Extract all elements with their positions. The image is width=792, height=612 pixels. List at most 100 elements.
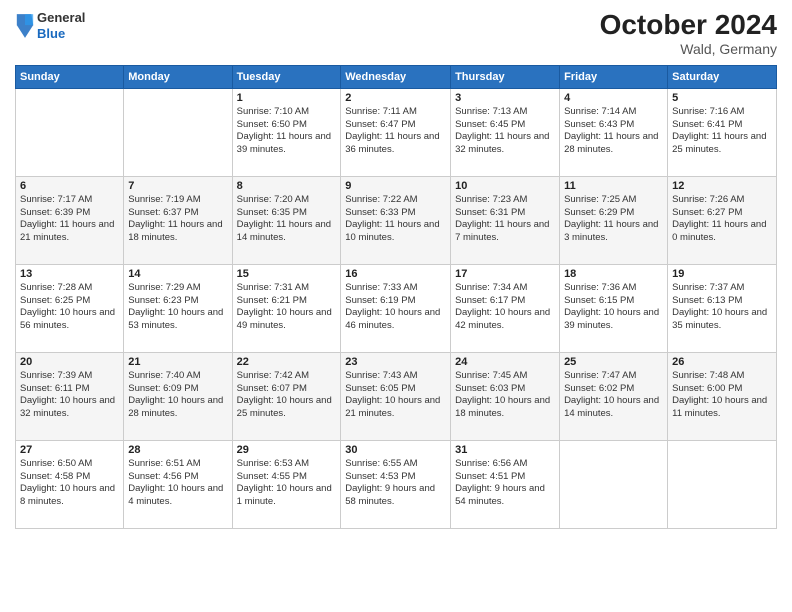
- cell-info: Sunrise: 7:22 AM Sunset: 6:33 PM Dayligh…: [345, 194, 446, 245]
- cell-day-number: 21: [128, 356, 227, 368]
- cell-info: Sunrise: 7:42 AM Sunset: 6:07 PM Dayligh…: [237, 370, 337, 421]
- calendar-cell: 5 Sunrise: 7:16 AM Sunset: 6:41 PM Daylig…: [668, 88, 777, 176]
- cell-day-number: 10: [455, 180, 555, 192]
- cell-day-number: 8: [237, 180, 337, 192]
- calendar-cell: 8 Sunrise: 7:20 AM Sunset: 6:35 PM Daylig…: [232, 176, 341, 264]
- logo: General Blue: [15, 10, 85, 41]
- cell-info: Sunrise: 7:36 AM Sunset: 6:15 PM Dayligh…: [564, 282, 663, 333]
- logo-text: General Blue: [37, 10, 85, 41]
- cell-info: Sunrise: 7:37 AM Sunset: 6:13 PM Dayligh…: [672, 282, 772, 333]
- cell-info: Sunrise: 7:20 AM Sunset: 6:35 PM Dayligh…: [237, 194, 337, 245]
- calendar-cell: 9 Sunrise: 7:22 AM Sunset: 6:33 PM Daylig…: [341, 176, 451, 264]
- cell-day-number: 9: [345, 180, 446, 192]
- cell-day-number: 6: [20, 180, 119, 192]
- calendar-cell: 15 Sunrise: 7:31 AM Sunset: 6:21 PM Dayli…: [232, 264, 341, 352]
- cell-info: Sunrise: 7:43 AM Sunset: 6:05 PM Dayligh…: [345, 370, 446, 421]
- calendar-cell: 14 Sunrise: 7:29 AM Sunset: 6:23 PM Dayli…: [124, 264, 232, 352]
- cell-day-number: 22: [237, 356, 337, 368]
- month-title: October 2024: [600, 10, 777, 41]
- calendar-cell: 12Sunrise: 7:26 AM Sunset: 6:27 PM Dayli…: [668, 176, 777, 264]
- calendar-cell: [560, 440, 668, 528]
- cell-day-number: 28: [128, 444, 227, 456]
- calendar-body: 1 Sunrise: 7:10 AM Sunset: 6:50 PM Daylig…: [16, 88, 777, 528]
- cell-day-number: 11: [564, 180, 663, 192]
- cell-info: Sunrise: 7:14 AM Sunset: 6:43 PM Dayligh…: [564, 106, 663, 157]
- header: General Blue October 2024 Wald, Germany: [15, 10, 777, 57]
- title-block: October 2024 Wald, Germany: [600, 10, 777, 57]
- cell-info: Sunrise: 7:16 AM Sunset: 6:41 PM Dayligh…: [672, 106, 772, 157]
- calendar-cell: 10 Sunrise: 7:23 AM Sunset: 6:31 PM Dayli…: [451, 176, 560, 264]
- cell-day-number: 7: [128, 180, 227, 192]
- calendar-cell: 3 Sunrise: 7:13 AM Sunset: 6:45 PM Daylig…: [451, 88, 560, 176]
- cell-info: Sunrise: 7:33 AM Sunset: 6:19 PM Dayligh…: [345, 282, 446, 333]
- cell-day-number: 20: [20, 356, 119, 368]
- cell-info: Sunrise: 6:53 AM Sunset: 4:55 PM Dayligh…: [237, 458, 337, 509]
- location: Wald, Germany: [600, 41, 777, 57]
- calendar-cell: [124, 88, 232, 176]
- cell-info: Sunrise: 7:13 AM Sunset: 6:45 PM Dayligh…: [455, 106, 555, 157]
- weekday-header-monday: Monday: [124, 65, 232, 88]
- calendar-cell: 31 Sunrise: 6:56 AM Sunset: 4:51 PM Dayli…: [451, 440, 560, 528]
- cell-info: Sunrise: 7:11 AM Sunset: 6:47 PM Dayligh…: [345, 106, 446, 157]
- cell-day-number: 29: [237, 444, 337, 456]
- cell-info: Sunrise: 7:31 AM Sunset: 6:21 PM Dayligh…: [237, 282, 337, 333]
- cell-info: Sunrise: 7:29 AM Sunset: 6:23 PM Dayligh…: [128, 282, 227, 333]
- cell-info: Sunrise: 7:19 AM Sunset: 6:37 PM Dayligh…: [128, 194, 227, 245]
- week-row-1: 1 Sunrise: 7:10 AM Sunset: 6:50 PM Daylig…: [16, 88, 777, 176]
- cell-info: Sunrise: 7:28 AM Sunset: 6:25 PM Dayligh…: [20, 282, 119, 333]
- week-row-2: 6 Sunrise: 7:17 AM Sunset: 6:39 PM Daylig…: [16, 176, 777, 264]
- page: General Blue October 2024 Wald, Germany …: [0, 0, 792, 612]
- week-row-5: 27Sunrise: 6:50 AM Sunset: 4:58 PM Dayli…: [16, 440, 777, 528]
- cell-day-number: 26: [672, 356, 772, 368]
- cell-info: Sunrise: 7:45 AM Sunset: 6:03 PM Dayligh…: [455, 370, 555, 421]
- calendar-cell: 13 Sunrise: 7:28 AM Sunset: 6:25 PM Dayli…: [16, 264, 124, 352]
- cell-day-number: 3: [455, 92, 555, 104]
- calendar-cell: 18Sunrise: 7:36 AM Sunset: 6:15 PM Dayli…: [560, 264, 668, 352]
- cell-day-number: 13: [20, 268, 119, 280]
- cell-info: Sunrise: 7:40 AM Sunset: 6:09 PM Dayligh…: [128, 370, 227, 421]
- cell-info: Sunrise: 7:47 AM Sunset: 6:02 PM Dayligh…: [564, 370, 663, 421]
- cell-info: Sunrise: 7:10 AM Sunset: 6:50 PM Dayligh…: [237, 106, 337, 157]
- weekday-header-saturday: Saturday: [668, 65, 777, 88]
- cell-info: Sunrise: 6:55 AM Sunset: 4:53 PM Dayligh…: [345, 458, 446, 509]
- calendar-cell: 30 Sunrise: 6:55 AM Sunset: 4:53 PM Dayli…: [341, 440, 451, 528]
- cell-day-number: 23: [345, 356, 446, 368]
- calendar-cell: 27Sunrise: 6:50 AM Sunset: 4:58 PM Dayli…: [16, 440, 124, 528]
- cell-day-number: 5: [672, 92, 772, 104]
- calendar-cell: 19Sunrise: 7:37 AM Sunset: 6:13 PM Dayli…: [668, 264, 777, 352]
- calendar-cell: 4Sunrise: 7:14 AM Sunset: 6:43 PM Daylig…: [560, 88, 668, 176]
- cell-day-number: 25: [564, 356, 663, 368]
- calendar-cell: 16 Sunrise: 7:33 AM Sunset: 6:19 PM Dayli…: [341, 264, 451, 352]
- cell-info: Sunrise: 7:17 AM Sunset: 6:39 PM Dayligh…: [20, 194, 119, 245]
- cell-day-number: 24: [455, 356, 555, 368]
- weekday-header-friday: Friday: [560, 65, 668, 88]
- cell-day-number: 16: [345, 268, 446, 280]
- cell-day-number: 15: [237, 268, 337, 280]
- weekday-header-wednesday: Wednesday: [341, 65, 451, 88]
- calendar-cell: 7 Sunrise: 7:19 AM Sunset: 6:37 PM Daylig…: [124, 176, 232, 264]
- weekday-header-sunday: Sunday: [16, 65, 124, 88]
- calendar-cell: 23 Sunrise: 7:43 AM Sunset: 6:05 PM Dayli…: [341, 352, 451, 440]
- cell-day-number: 1: [237, 92, 337, 104]
- calendar-cell: 17Sunrise: 7:34 AM Sunset: 6:17 PM Dayli…: [451, 264, 560, 352]
- logo-icon: [15, 12, 35, 40]
- cell-day-number: 31: [455, 444, 555, 456]
- calendar-cell: 1 Sunrise: 7:10 AM Sunset: 6:50 PM Daylig…: [232, 88, 341, 176]
- week-row-3: 13 Sunrise: 7:28 AM Sunset: 6:25 PM Dayli…: [16, 264, 777, 352]
- calendar-cell: 2 Sunrise: 7:11 AM Sunset: 6:47 PM Daylig…: [341, 88, 451, 176]
- cell-info: Sunrise: 6:51 AM Sunset: 4:56 PM Dayligh…: [128, 458, 227, 509]
- calendar-cell: 28 Sunrise: 6:51 AM Sunset: 4:56 PM Dayli…: [124, 440, 232, 528]
- calendar-cell: 21 Sunrise: 7:40 AM Sunset: 6:09 PM Dayli…: [124, 352, 232, 440]
- weekday-row: SundayMondayTuesdayWednesdayThursdayFrid…: [16, 65, 777, 88]
- calendar-cell: [16, 88, 124, 176]
- weekday-header-tuesday: Tuesday: [232, 65, 341, 88]
- weekday-header-thursday: Thursday: [451, 65, 560, 88]
- cell-day-number: 14: [128, 268, 227, 280]
- cell-info: Sunrise: 6:56 AM Sunset: 4:51 PM Dayligh…: [455, 458, 555, 509]
- cell-info: Sunrise: 7:23 AM Sunset: 6:31 PM Dayligh…: [455, 194, 555, 245]
- cell-day-number: 30: [345, 444, 446, 456]
- calendar-cell: 20Sunrise: 7:39 AM Sunset: 6:11 PM Dayli…: [16, 352, 124, 440]
- cell-day-number: 2: [345, 92, 446, 104]
- cell-day-number: 12: [672, 180, 772, 192]
- week-row-4: 20Sunrise: 7:39 AM Sunset: 6:11 PM Dayli…: [16, 352, 777, 440]
